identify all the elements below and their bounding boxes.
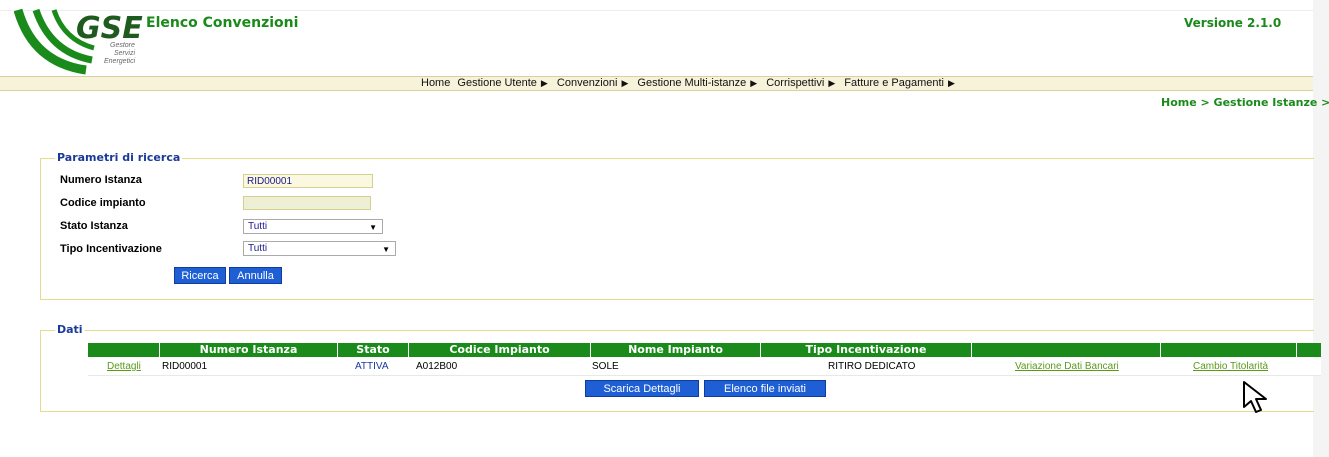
- logo-sub-3: Energetici: [104, 58, 136, 65]
- elenco-file-inviati-button[interactable]: Elenco file inviati: [704, 380, 826, 397]
- chevron-down-icon: ▼: [369, 223, 377, 232]
- menu-item-gestione-multi-istanze[interactable]: Gestione Multi-istanze: [637, 77, 746, 89]
- stato-istanza-value: Tutti: [248, 221, 268, 232]
- stato-istanza-label: Stato Istanza: [60, 220, 128, 232]
- annulla-button[interactable]: Annulla: [229, 267, 282, 284]
- tipo-incentivazione-label: Tipo Incentivazione: [60, 243, 162, 255]
- col-header-blank-1: [971, 343, 1160, 357]
- version-label: Versione 2.1.0: [1184, 16, 1282, 30]
- submenu-arrow-icon: ▶: [828, 78, 836, 88]
- main-menu: Home Gestione Utente ▶ Convenzioni ▶ Gesti…: [421, 77, 961, 89]
- app-title: Elenco Convenzioni: [146, 15, 299, 31]
- data-legend: Dati: [55, 323, 85, 336]
- col-header-blank-3: [1296, 343, 1321, 357]
- submenu-arrow-icon: ▶: [621, 78, 629, 88]
- submenu-arrow-icon: ▶: [540, 78, 548, 88]
- col-header-numero-istanza: Numero Istanza: [159, 343, 337, 357]
- tipo-incentivazione-value: Tutti: [248, 243, 268, 254]
- table-row: [88, 358, 1321, 376]
- dettagli-link[interactable]: Dettagli: [107, 361, 141, 372]
- menu-item-convenzioni[interactable]: Convenzioni: [557, 77, 618, 89]
- cambio-titolarita-link[interactable]: Cambio Titolarità: [1193, 361, 1268, 372]
- col-header-codice-impianto: Codice Impianto: [408, 343, 590, 357]
- numero-istanza-input[interactable]: RID00001: [243, 174, 373, 188]
- numero-istanza-label: Numero Istanza: [60, 174, 142, 186]
- svg-text:GSE: GSE: [76, 11, 143, 46]
- col-header-blank-2: [1160, 343, 1296, 357]
- codice-impianto-label: Codice impianto: [60, 197, 146, 209]
- col-header-tipo-incentivazione: Tipo Incentivazione: [760, 343, 971, 357]
- cell-stato: ATTIVA: [355, 361, 389, 372]
- chevron-down-icon: ▼: [382, 245, 390, 254]
- stato-istanza-select[interactable]: Tutti ▼: [243, 219, 383, 234]
- submenu-arrow-icon: ▶: [947, 78, 955, 88]
- menu-item-home[interactable]: Home: [421, 77, 450, 89]
- codice-impianto-input[interactable]: [243, 196, 371, 210]
- menu-item-corrispettivi[interactable]: Corrispettivi: [766, 77, 824, 89]
- search-legend: Parametri di ricerca: [55, 151, 183, 164]
- cell-tipo-incentivazione: RITIRO DEDICATO: [828, 361, 916, 372]
- breadcrumb: Home > Gestione Istanze > Istanz: [1161, 96, 1329, 109]
- menu-item-fatture-pagamenti[interactable]: Fatture e Pagamenti: [844, 77, 944, 89]
- col-header-actions: [88, 343, 159, 357]
- cell-numero-istanza: RID00001: [162, 361, 208, 372]
- submenu-arrow-icon: ▶: [750, 78, 758, 88]
- col-header-nome-impianto: Nome Impianto: [590, 343, 760, 357]
- menu-item-gestione-utente[interactable]: Gestione Utente: [457, 77, 537, 89]
- tipo-incentivazione-select[interactable]: Tutti ▼: [243, 241, 396, 256]
- cell-codice-impianto: A012B00: [416, 361, 458, 372]
- scarica-dettagli-button[interactable]: Scarica Dettagli: [585, 380, 699, 397]
- ricerca-button[interactable]: Ricerca: [174, 267, 226, 284]
- window-top-strip: [0, 0, 1313, 11]
- scrollbar-track[interactable]: [1313, 0, 1329, 457]
- cell-nome-impianto: SOLE: [592, 361, 619, 372]
- logo-sub-2: Servizi: [114, 50, 136, 57]
- mouse-pointer-icon: [1241, 380, 1271, 421]
- logo-sub-1: Gestore: [110, 42, 135, 49]
- variazione-dati-bancari-link[interactable]: Variazione Dati Bancari: [1015, 361, 1119, 372]
- col-header-stato: Stato: [337, 343, 408, 357]
